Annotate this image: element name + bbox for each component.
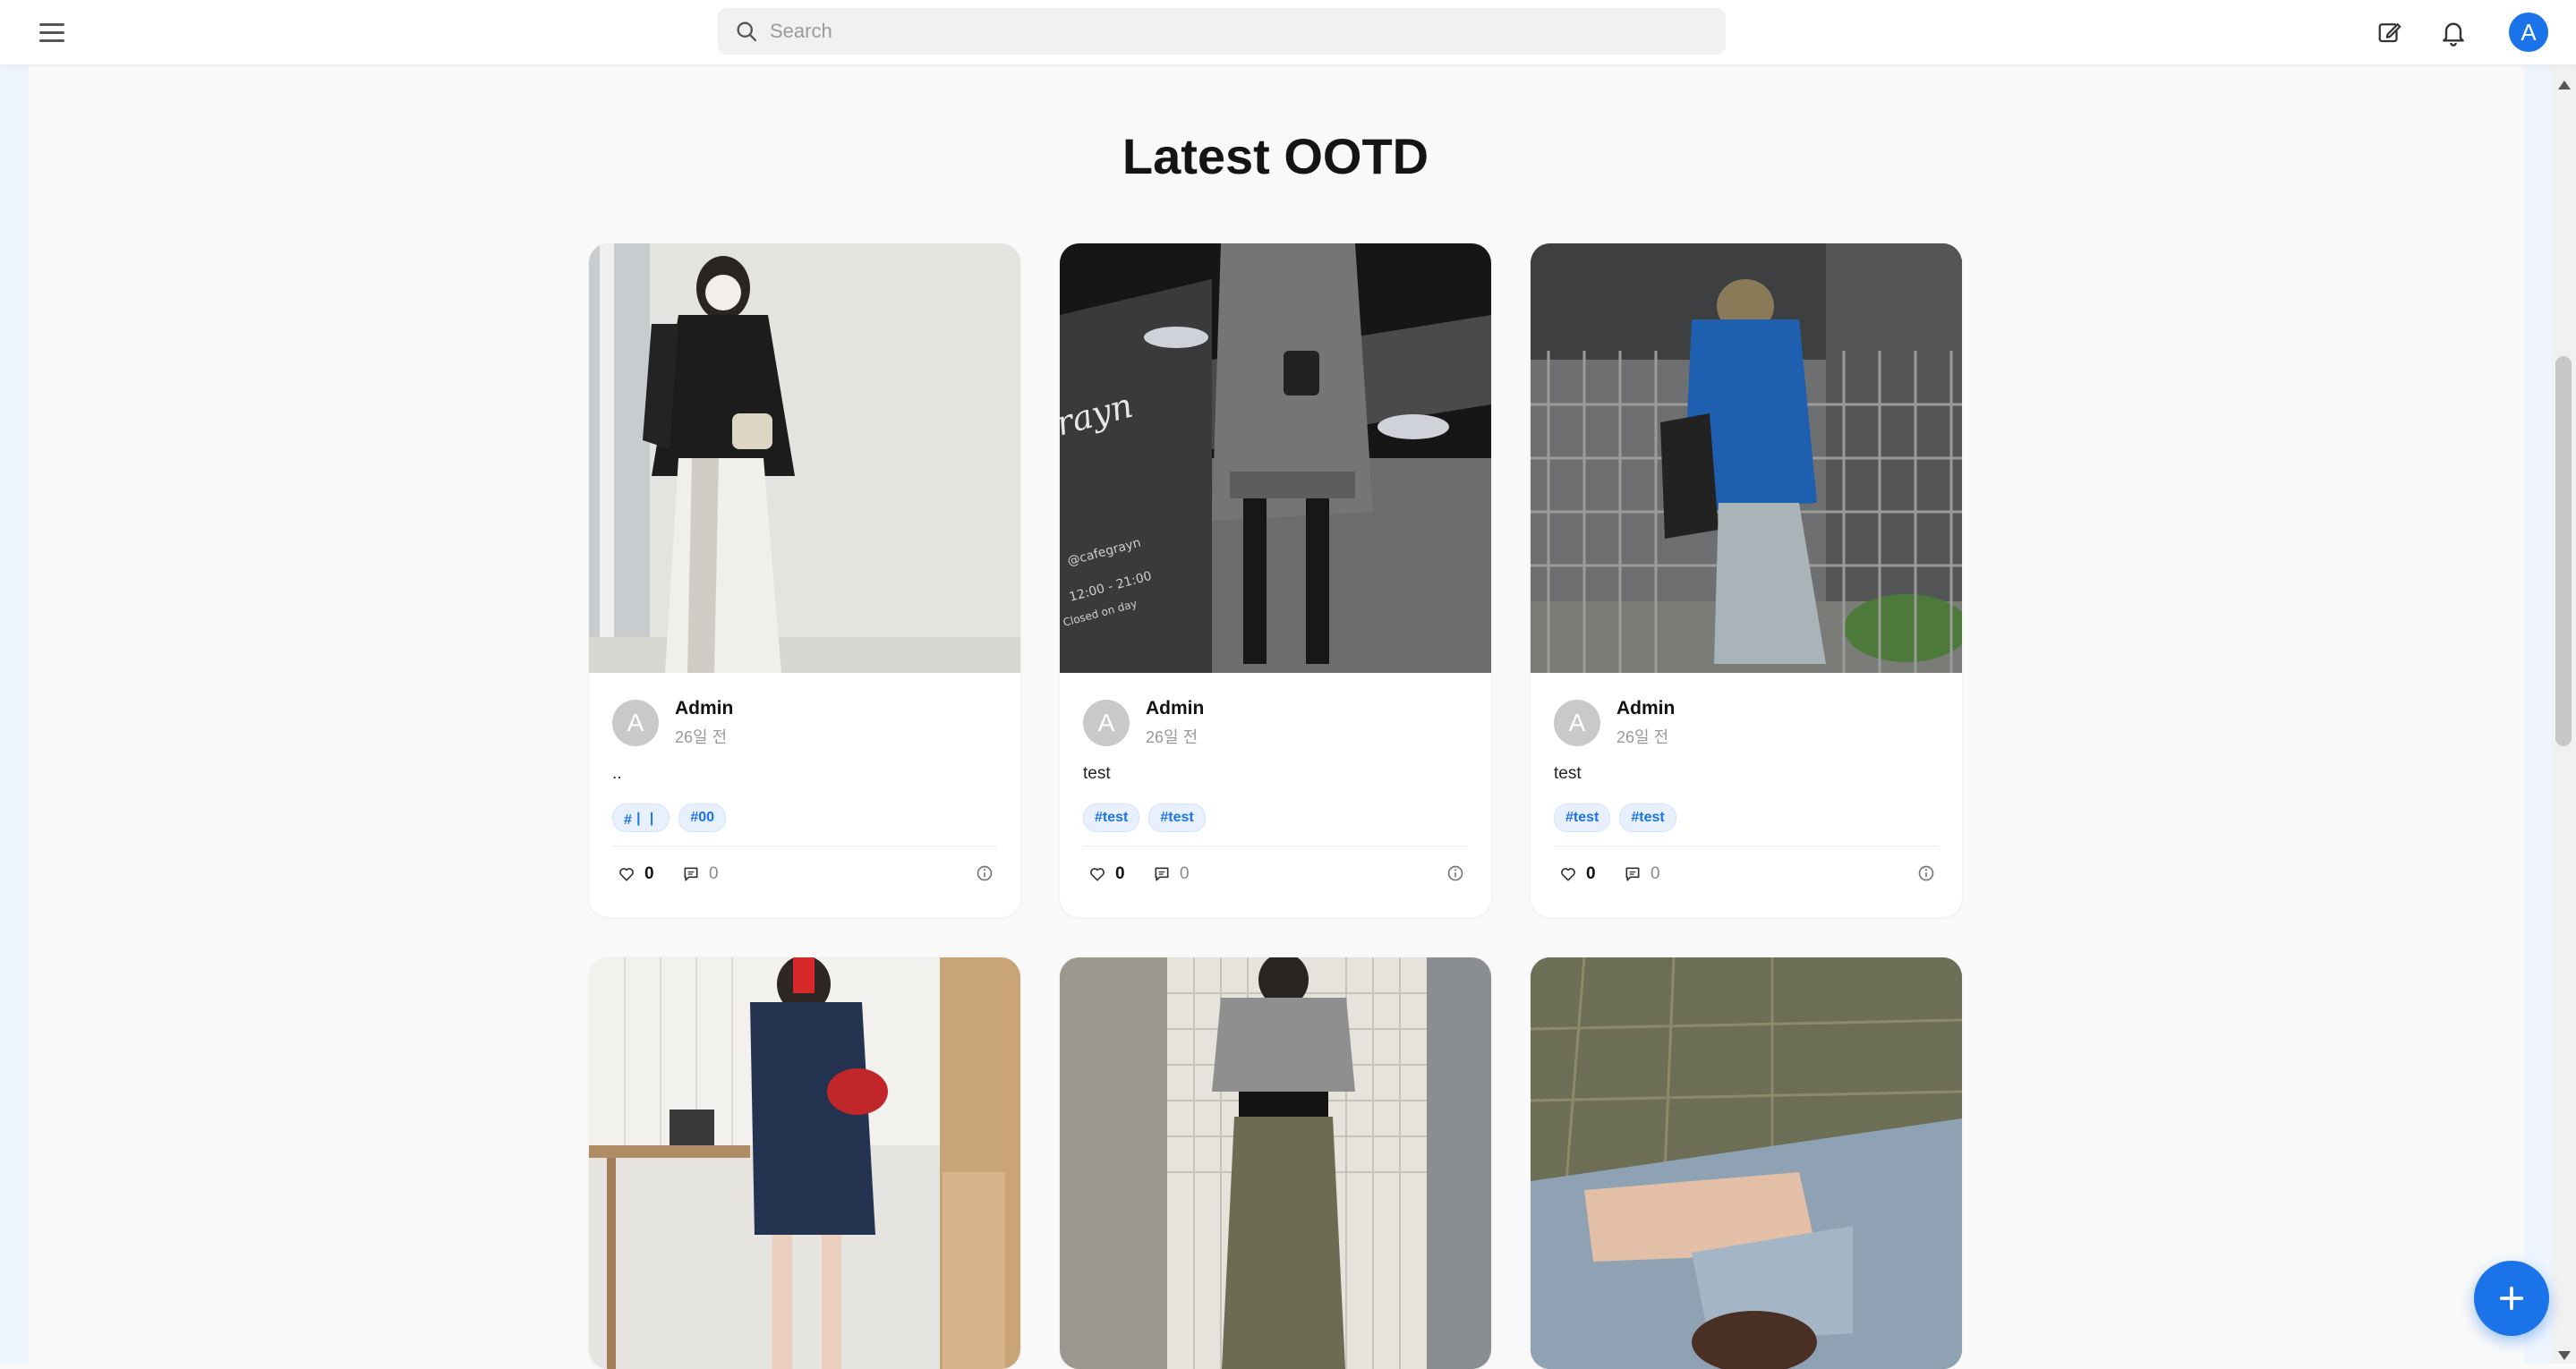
page-title: Latest OOTD [1122, 128, 1429, 184]
author-name[interactable]: Admin [1616, 698, 1675, 719]
post-card[interactable] [1531, 957, 1962, 1369]
author-avatar[interactable]: A [1083, 700, 1130, 746]
edit-icon[interactable] [2372, 14, 2408, 50]
post-details: A Admin 26일 전 .. #ㅣㅣ #00 0 0 [589, 673, 1020, 917]
post-photo[interactable] [589, 957, 1020, 1369]
info-icon[interactable] [1446, 864, 1464, 882]
post-details: A Admin 26일 전 test #test #test 0 0 [1060, 673, 1491, 917]
left-margin [0, 64, 29, 1364]
comment-button[interactable]: 0 [1624, 864, 1660, 884]
heart-icon [619, 868, 634, 881]
post-photo[interactable] [1531, 957, 1962, 1369]
hashtag[interactable]: #00 [678, 804, 727, 832]
plus-icon [2499, 1286, 2524, 1311]
comment-count: 0 [1651, 864, 1660, 883]
hamburger-menu-icon[interactable] [34, 16, 70, 48]
author-name[interactable]: Admin [675, 698, 733, 719]
post-photo[interactable] [1060, 957, 1491, 1369]
search-input[interactable] [768, 19, 1720, 44]
right-margin [2524, 64, 2551, 1364]
comment-icon [684, 867, 698, 881]
search-icon [737, 21, 757, 42]
tag-list: #test #test [1554, 804, 1676, 832]
post-card[interactable]: A Admin 26일 전 .. #ㅣㅣ #00 0 0 [589, 243, 1020, 917]
post-time: 26일 전 [1146, 728, 1198, 746]
hashtag[interactable]: #test [1083, 804, 1140, 832]
post-photo[interactable] [589, 243, 1020, 673]
post-card[interactable]: A Admin 26일 전 test #test #test 0 0 [1531, 243, 1962, 917]
hashtag[interactable]: #test [1554, 804, 1611, 832]
comment-icon [1155, 867, 1169, 881]
add-post-button[interactable] [2474, 1261, 2549, 1336]
scrollbar-thumb[interactable] [2555, 356, 2572, 746]
like-count: 0 [644, 864, 654, 883]
vertical-scrollbar[interactable] [2551, 64, 2576, 1364]
user-avatar[interactable]: A [2509, 13, 2548, 52]
heart-icon [1561, 868, 1575, 881]
bell-icon[interactable] [2435, 14, 2471, 50]
post-caption: test [1554, 764, 1582, 783]
author-avatar[interactable]: A [612, 700, 659, 746]
comment-count: 0 [709, 864, 719, 883]
tag-list: #ㅣㅣ #00 [612, 804, 727, 832]
post-time: 26일 전 [1616, 728, 1669, 746]
like-count: 0 [1115, 864, 1125, 883]
like-button[interactable]: 0 [1559, 864, 1596, 884]
post-caption: test [1083, 764, 1111, 783]
comment-button[interactable]: 0 [682, 864, 719, 884]
post-details: A Admin 26일 전 test #test #test 0 0 [1531, 673, 1962, 917]
info-icon[interactable] [976, 864, 994, 882]
post-card[interactable] [589, 957, 1020, 1369]
comment-button[interactable]: 0 [1153, 864, 1190, 884]
post-caption: .. [612, 764, 622, 783]
author-avatar[interactable]: A [1554, 700, 1600, 746]
like-button[interactable]: 0 [1088, 864, 1125, 884]
hashtag[interactable]: #ㅣㅣ [612, 804, 670, 832]
like-button[interactable]: 0 [618, 864, 654, 884]
like-count: 0 [1586, 864, 1596, 883]
scroll-up-arrow-icon[interactable] [2558, 81, 2571, 89]
post-time: 26일 전 [675, 728, 728, 746]
heart-icon [1090, 868, 1105, 881]
search-bar[interactable] [718, 8, 1726, 55]
post-card[interactable]: rayn @cafegrayn 12:00 - 21:00 Closed on … [1060, 243, 1491, 917]
hashtag[interactable]: #test [1619, 804, 1676, 832]
comment-count: 0 [1180, 864, 1190, 883]
post-card[interactable] [1060, 957, 1491, 1369]
post-photo[interactable]: rayn @cafegrayn 12:00 - 21:00 Closed on … [1060, 243, 1491, 673]
tag-list: #test #test [1083, 804, 1206, 832]
comment-icon [1625, 867, 1640, 881]
author-name[interactable]: Admin [1146, 698, 1204, 719]
info-icon[interactable] [1917, 864, 1935, 882]
top-navigation-bar: A [0, 0, 2576, 65]
hashtag[interactable]: #test [1148, 804, 1206, 832]
scroll-down-arrow-icon[interactable] [2558, 1351, 2571, 1360]
post-photo[interactable] [1531, 243, 1962, 673]
